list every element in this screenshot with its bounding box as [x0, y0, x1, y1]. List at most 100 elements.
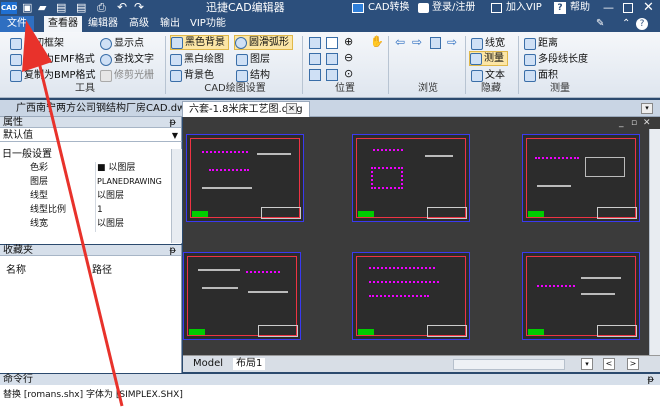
canvas-close-icon[interactable]: ✕: [643, 118, 651, 128]
measure-toggle-button[interactable]: 测量: [469, 51, 508, 66]
command-line-output[interactable]: 替换 [romans.shx] 字体为 [SIMPLEX.SHX]: [0, 385, 660, 412]
close-tab-icon[interactable]: ✕: [286, 103, 297, 114]
brush-icon[interactable]: ✎: [596, 18, 604, 30]
line-width-button[interactable]: 线宽: [471, 36, 505, 51]
menu-viewer[interactable]: 查看器: [44, 16, 82, 32]
show-points-button[interactable]: 显示点: [100, 36, 144, 51]
scroll-right-icon[interactable]: >: [627, 358, 639, 370]
black-white-drawing-button[interactable]: 黑白绘图: [170, 52, 224, 67]
text-toggle-button[interactable]: 文本: [471, 68, 505, 83]
drawing-sheet[interactable]: [522, 134, 640, 222]
save-as-icon[interactable]: ▤: [76, 2, 86, 14]
help-button[interactable]: 帮助: [570, 2, 590, 14]
minimize-icon[interactable]: —: [603, 1, 614, 14]
properties-section-general[interactable]: 日一般设置: [2, 149, 52, 161]
close-icon[interactable]: ✕: [643, 0, 654, 15]
pin-icon[interactable]: ᵽ: [169, 245, 176, 256]
help-circle-icon[interactable]: ?: [636, 18, 648, 30]
undo-icon[interactable]: ↶: [117, 1, 127, 14]
drawing-canvas[interactable]: _ ▫ ✕: [183, 117, 660, 355]
menu-advanced[interactable]: 高级: [129, 16, 149, 32]
layout-dropdown-icon[interactable]: ▾: [581, 358, 593, 370]
cut-frame-button[interactable]: 剪切框架: [10, 36, 64, 51]
menu-vip[interactable]: VIP功能: [190, 16, 226, 32]
redo-icon[interactable]: ↷: [134, 1, 144, 14]
layers-button[interactable]: 图层: [236, 52, 270, 67]
canvas-minimize-icon[interactable]: _: [619, 118, 624, 128]
zoom-all-icon[interactable]: [326, 53, 338, 65]
tab-model[interactable]: Model: [193, 358, 223, 370]
polyline-length-button[interactable]: 多段线长度: [524, 52, 588, 67]
app-window: CAD ▣ ▰ ▤ ▤ ⎙ ↶ ↷ 迅捷CAD编辑器 CAD转换 登录/注册 加…: [0, 0, 660, 412]
help-badge-icon[interactable]: ?: [554, 2, 566, 14]
login-register-button[interactable]: 登录/注册: [432, 2, 475, 14]
canvas-scrollbar[interactable]: [649, 129, 660, 355]
zoom-previous-icon[interactable]: [309, 69, 321, 81]
trim-raster-button[interactable]: 修剪光栅: [100, 68, 154, 83]
zoom-fit-icon[interactable]: [326, 37, 338, 49]
new-file-icon[interactable]: ▣: [22, 2, 32, 13]
favorites-column-name[interactable]: 名称: [6, 261, 26, 276]
prop-value-lineweight[interactable]: 以图层: [97, 218, 124, 230]
ribbon-collapse-icon[interactable]: ⌃: [622, 18, 630, 30]
page-icon[interactable]: [430, 37, 441, 49]
properties-scrollbar[interactable]: [171, 149, 182, 243]
favorites-column-path[interactable]: 路径: [92, 261, 112, 276]
canvas-restore-icon[interactable]: ▫: [631, 118, 637, 128]
drawing-sheet[interactable]: [352, 134, 470, 222]
black-background-button[interactable]: 黑色背景: [170, 35, 229, 50]
cad-convert-icon[interactable]: [352, 3, 364, 13]
find-text-button[interactable]: 查找文字: [100, 52, 154, 67]
pin-icon[interactable]: ᵽ: [647, 374, 654, 385]
properties-selector[interactable]: 默认值 ▼: [0, 129, 182, 142]
ribbon-separator: [388, 36, 389, 94]
tab-layout-1[interactable]: 布局1: [233, 358, 266, 370]
pin-icon[interactable]: ᵽ: [169, 117, 176, 128]
scroll-left-icon[interactable]: <: [603, 358, 615, 370]
copy-emf-button[interactable]: 复制为EMF格式: [10, 52, 95, 67]
drawing-sheet[interactable]: [186, 134, 304, 222]
prop-value-layer[interactable]: PLANEDRAWING: [97, 176, 162, 188]
zoom-out-icon[interactable]: ⊖: [344, 51, 353, 65]
properties-panel: 属性 ᵽ 默认值 ▼ 日一般设置 色彩 ■ 以图层 图层 PLANEDRAWIN…: [0, 117, 182, 244]
area-button[interactable]: 面积: [524, 68, 558, 83]
structure-button[interactable]: 结构: [236, 68, 270, 83]
horizontal-scrollbar[interactable]: [453, 359, 565, 370]
zoom-in-icon[interactable]: ⊕: [344, 35, 353, 49]
zoom-realtime-icon[interactable]: [326, 69, 338, 81]
arrow-left-icon[interactable]: ⇦: [395, 35, 405, 49]
maximize-icon[interactable]: [623, 3, 633, 13]
background-color-button[interactable]: 背景色: [170, 68, 214, 83]
tab-list-icon[interactable]: ▾: [641, 103, 653, 114]
group-label-tools: 工具: [75, 83, 95, 94]
pan-hand-icon[interactable]: ✋: [370, 35, 384, 49]
open-folder-icon[interactable]: ▰: [38, 2, 46, 14]
arrow-right-icon[interactable]: ⇨: [412, 35, 422, 49]
drawing-sheet[interactable]: [522, 252, 640, 340]
orbit-icon[interactable]: ⊙: [344, 67, 353, 81]
tab-document-1[interactable]: 广西南宁两方公司钢结构厂房CAD.dwg: [10, 101, 198, 117]
user-icon[interactable]: [418, 3, 429, 13]
browse-next-icon[interactable]: ⇨: [447, 35, 457, 49]
menu-file[interactable]: 文件: [0, 16, 34, 32]
save-icon[interactable]: ▤: [56, 2, 66, 14]
smooth-arc-button[interactable]: 圆滑弧形: [234, 35, 293, 50]
prop-value-linetype-scale[interactable]: 1: [97, 204, 103, 216]
copy-bmp-button[interactable]: 复制为BMP格式: [10, 68, 96, 83]
drawing-sheet[interactable]: [183, 252, 301, 340]
join-vip-button[interactable]: 加入VIP: [506, 2, 542, 14]
vip-icon[interactable]: [491, 3, 502, 13]
background-color-icon: [170, 69, 182, 82]
cad-convert-button[interactable]: CAD转换: [368, 2, 410, 14]
prop-value-linetype[interactable]: 以图层: [97, 190, 124, 202]
zoom-window-icon[interactable]: [309, 37, 321, 49]
menu-output[interactable]: 输出: [160, 16, 180, 32]
distance-icon: [524, 37, 536, 50]
line-width-icon: [471, 37, 483, 50]
zoom-extents-icon[interactable]: [309, 53, 321, 65]
drawing-sheet[interactable]: [352, 252, 470, 340]
menu-editor[interactable]: 编辑器: [88, 16, 118, 32]
prop-value-color[interactable]: ■ 以图层: [97, 162, 135, 174]
print-icon[interactable]: ⎙: [97, 2, 106, 14]
distance-button[interactable]: 距离: [524, 36, 558, 51]
